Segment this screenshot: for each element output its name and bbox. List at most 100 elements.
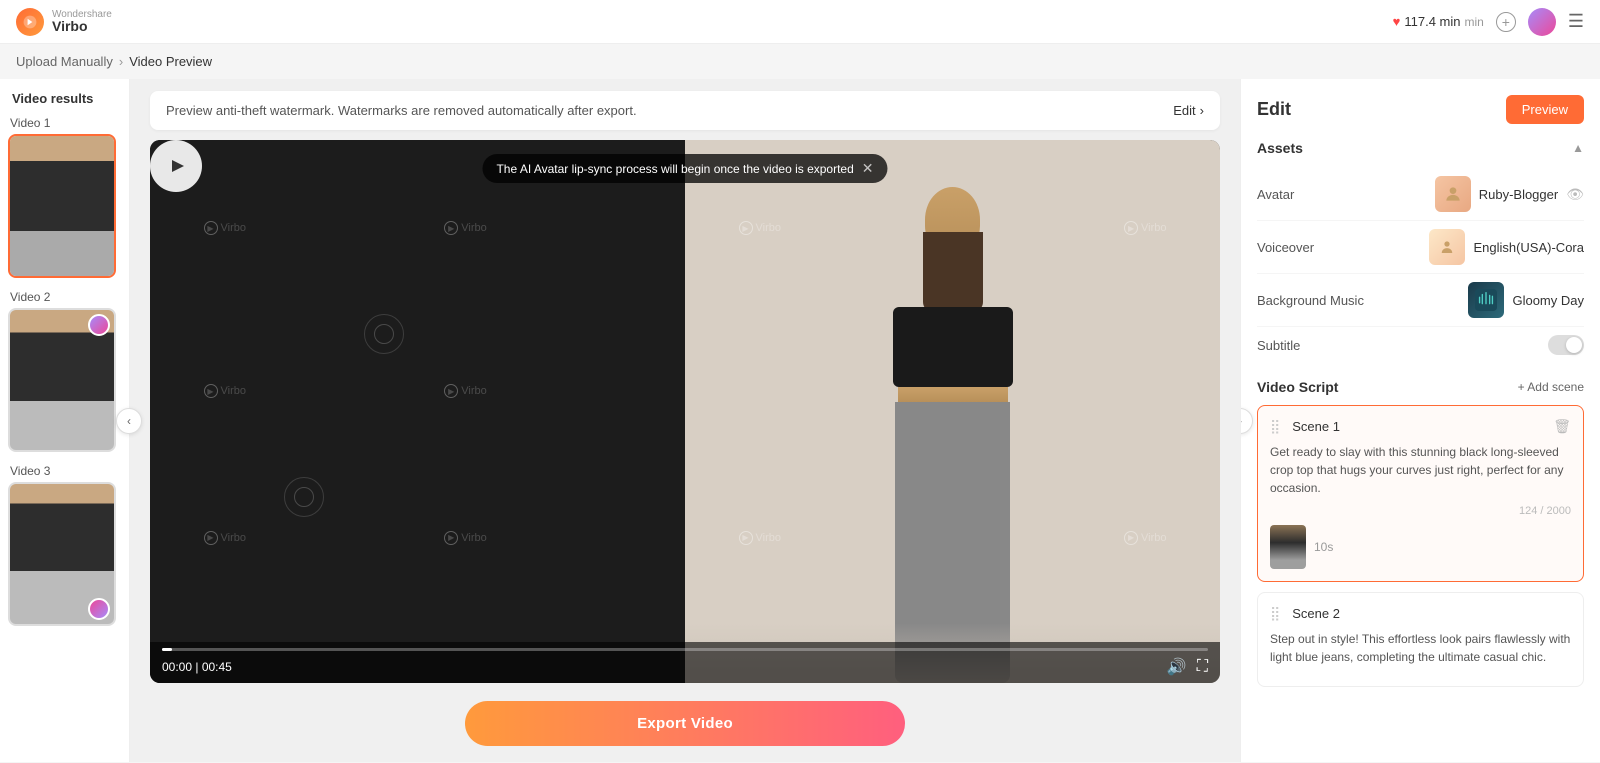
- panel-inner: Edit Preview Assets ▲ Avatar: [1241, 79, 1600, 713]
- watermark-notice-bar: Preview anti-theft watermark. Watermarks…: [150, 91, 1220, 130]
- credits-display: ♥ 117.4 min min: [1393, 14, 1484, 29]
- wm-r1: ▶ Virbo: [739, 221, 781, 235]
- heart-icon: ♥: [1393, 14, 1401, 29]
- video-person-figure: [823, 167, 1083, 683]
- credits-value: 117.4 min: [1404, 14, 1460, 29]
- scene-1-duration: 10s: [1314, 540, 1333, 554]
- scene-1-card[interactable]: ⣿ Scene 1 🗑 Get ready to slay with this …: [1257, 405, 1584, 582]
- fullscreen-icon[interactable]: ⛶: [1197, 658, 1208, 676]
- assets-collapse-icon[interactable]: ▲: [1572, 141, 1584, 155]
- wm-r4: ▶ Virbo: [1124, 531, 1166, 545]
- subtitle-row: Subtitle: [1257, 327, 1584, 363]
- music-value: Gloomy Day: [1468, 282, 1584, 318]
- edit-link[interactable]: Edit ›: [1173, 103, 1204, 118]
- scene-2-card[interactable]: ⣿ Scene 2 Step out in style! This effort…: [1257, 592, 1584, 687]
- scene-2-drag-handle[interactable]: ⣿: [1270, 605, 1280, 622]
- tooltip-close-button[interactable]: ✕: [862, 160, 874, 177]
- export-button-wrap: Export Video: [150, 693, 1220, 754]
- scene-1-drag-handle[interactable]: ⣿: [1270, 418, 1280, 435]
- topbar: Wondershare Virbo ♥ 117.4 min min + ☰: [0, 0, 1600, 44]
- play-button[interactable]: [150, 140, 202, 192]
- wm-4: ▶ Virbo: [444, 384, 486, 398]
- progress-bar[interactable]: [162, 648, 1208, 651]
- preview-button[interactable]: Preview: [1506, 95, 1584, 124]
- script-header: Video Script + Add scene: [1257, 379, 1584, 395]
- subtitle-toggle[interactable]: [1548, 335, 1584, 355]
- scene-1-delete-icon[interactable]: 🗑: [1553, 418, 1571, 435]
- progress-fill: [162, 648, 172, 651]
- voiceover-value: English(USA)-Cora: [1429, 229, 1584, 265]
- scene-2-title-row: ⣿ Scene 2: [1270, 605, 1340, 622]
- topbar-right: ♥ 117.4 min min + ☰: [1393, 8, 1584, 36]
- add-credits-button[interactable]: +: [1496, 12, 1516, 32]
- current-time: 00:00: [162, 660, 192, 674]
- tooltip-text: The AI Avatar lip-sync process will begi…: [496, 162, 853, 176]
- video-left-half: ▶ Virbo ▶ Virbo ▶ Virbo ▶ Virbo ▶ Virb: [150, 140, 685, 683]
- video-results-sidebar: Video results Video 1 Video 2 Video 3: [0, 79, 130, 762]
- assets-section: Assets ▲ Avatar Ruby-Blogger: [1257, 140, 1584, 363]
- breadcrumb-separator: ›: [119, 54, 123, 69]
- music-label: Background Music: [1257, 293, 1377, 308]
- wm-r2: ▶ Virbo: [1124, 221, 1166, 235]
- scene-2-label: Scene 2: [1292, 606, 1340, 621]
- time-display: 00:00 | 00:45: [162, 660, 232, 674]
- scene-2-text: Step out in style! This effortless look …: [1270, 630, 1571, 666]
- script-title: Video Script: [1257, 379, 1338, 395]
- watermark-text: Preview anti-theft watermark. Watermarks…: [166, 103, 637, 118]
- voiceover-row: Voiceover English(USA)-Cora: [1257, 221, 1584, 274]
- video-player-container: The AI Avatar lip-sync process will begi…: [150, 140, 1220, 683]
- voiceover-label: Voiceover: [1257, 240, 1377, 255]
- content-area: ‹ Preview anti-theft watermark. Watermar…: [130, 79, 1240, 762]
- assets-section-header: Assets ▲: [1257, 140, 1584, 156]
- sidebar-collapse-button[interactable]: ‹: [116, 408, 142, 434]
- wm-2: ▶ Virbo: [444, 221, 486, 235]
- avatar-name: Ruby-Blogger: [1479, 187, 1559, 202]
- wm-3: ▶ Virbo: [204, 384, 246, 398]
- video-label-2: Video 2: [8, 290, 121, 304]
- subtitle-label: Subtitle: [1257, 338, 1377, 353]
- breadcrumb: Upload Manually › Video Preview: [0, 44, 1600, 79]
- scene-1-title-row: ⣿ Scene 1: [1270, 418, 1340, 435]
- scene-1-text: Get ready to slay with this stunning bla…: [1270, 443, 1571, 497]
- wm-r3: ▶ Virbo: [739, 531, 781, 545]
- video-item-1[interactable]: Video 1: [8, 116, 121, 278]
- scene-2-header: ⣿ Scene 2: [1270, 605, 1571, 622]
- logo-product: Virbo: [52, 18, 112, 34]
- avatar-value: Ruby-Blogger 👁: [1435, 176, 1584, 212]
- panel-title: Edit: [1257, 99, 1291, 120]
- video-controls: 00:00 | 00:45 🔊 ⛶: [150, 642, 1220, 683]
- avatar-visibility-icon[interactable]: 👁: [1566, 186, 1584, 203]
- toggle-circle: [1566, 337, 1582, 353]
- add-scene-button[interactable]: + Add scene: [1518, 380, 1584, 394]
- video-item-2[interactable]: Video 2: [8, 290, 121, 452]
- volume-icon[interactable]: 🔊: [1167, 657, 1187, 677]
- assets-title: Assets: [1257, 140, 1303, 156]
- credits-unit: min: [1465, 15, 1484, 29]
- scene-1-media-row: 10s: [1270, 525, 1571, 569]
- wm-5: ▶ Virbo: [204, 531, 246, 545]
- video-thumb-2[interactable]: [8, 308, 116, 452]
- wm-1: ▶ Virbo: [204, 221, 246, 235]
- scene-1-label: Scene 1: [1292, 419, 1340, 434]
- voiceover-name: English(USA)-Cora: [1473, 240, 1584, 255]
- video-script-section: Video Script + Add scene ⣿ Scene 1 🗑 Get…: [1257, 379, 1584, 687]
- voiceover-thumbnail: [1429, 229, 1465, 265]
- user-avatar[interactable]: [1528, 8, 1556, 36]
- menu-icon[interactable]: ☰: [1568, 11, 1584, 32]
- panel-header: Edit Preview: [1257, 95, 1584, 124]
- sidebar-title: Video results: [8, 91, 121, 106]
- control-icons: 🔊 ⛶: [1167, 657, 1208, 677]
- video-item-3[interactable]: Video 3: [8, 464, 121, 626]
- main-layout: Video results Video 1 Video 2 Video 3: [0, 79, 1600, 762]
- wm-6: ▶ Virbo: [444, 531, 486, 545]
- breadcrumb-parent[interactable]: Upload Manually: [16, 54, 113, 69]
- export-video-button[interactable]: Export Video: [465, 701, 905, 746]
- avatar-row: Avatar Ruby-Blogger 👁: [1257, 168, 1584, 221]
- total-time: 00:45: [202, 660, 232, 674]
- right-panel: › Edit Preview Assets ▲ Avatar: [1240, 79, 1600, 762]
- video-thumb-1[interactable]: [8, 134, 116, 278]
- video-thumb-3[interactable]: [8, 482, 116, 626]
- background-music-row: Background Music Gloomy Day: [1257, 274, 1584, 327]
- scene-1-header: ⣿ Scene 1 🗑: [1270, 418, 1571, 435]
- wm-circle-2: [284, 477, 324, 517]
